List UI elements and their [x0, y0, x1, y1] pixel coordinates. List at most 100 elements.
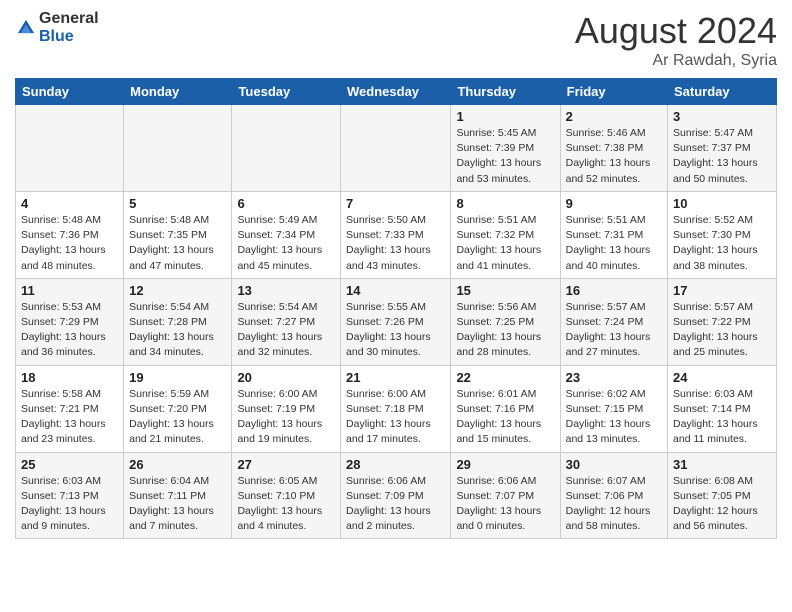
calendar-week-row: 11 Sunrise: 5:53 AMSunset: 7:29 PMDayligh…	[16, 278, 777, 365]
day-info: Sunrise: 6:06 AMSunset: 7:09 PMDaylight:…	[346, 474, 445, 535]
column-header-wednesday: Wednesday	[341, 79, 451, 105]
logo-text-line2: Blue	[39, 28, 99, 46]
day-info: Sunrise: 5:56 AMSunset: 7:25 PMDaylight:…	[456, 300, 554, 361]
day-number: 9	[566, 196, 662, 211]
day-number: 27	[237, 457, 335, 472]
day-info: Sunrise: 5:53 AMSunset: 7:29 PMDaylight:…	[21, 300, 118, 361]
day-number: 6	[237, 196, 335, 211]
calendar-cell: 8 Sunrise: 5:51 AMSunset: 7:32 PMDaylight…	[451, 191, 560, 278]
day-info: Sunrise: 6:08 AMSunset: 7:05 PMDaylight:…	[673, 474, 771, 535]
day-info: Sunrise: 6:03 AMSunset: 7:13 PMDaylight:…	[21, 474, 118, 535]
calendar-cell: 14Sunrise: 5:55 AMSunset: 7:26 PMDayligh…	[341, 278, 451, 365]
day-number: 5	[129, 196, 226, 211]
day-info: Sunrise: 6:01 AMSunset: 7:16 PMDaylight:…	[456, 387, 554, 448]
day-number: 23	[566, 370, 662, 385]
day-info: Sunrise: 6:07 AMSunset: 7:06 PMDaylight:…	[566, 474, 662, 535]
day-number: 25	[21, 457, 118, 472]
calendar-cell: 29 Sunrise: 6:06 AMSunset: 7:07 PMDayligh…	[451, 452, 560, 539]
day-info: Sunrise: 6:06 AMSunset: 7:07 PMDaylight:…	[456, 474, 554, 535]
day-info: Sunrise: 6:05 AMSunset: 7:10 PMDaylight:…	[237, 474, 335, 535]
day-info: Sunrise: 5:58 AMSunset: 7:21 PMDaylight:…	[21, 387, 118, 448]
day-number: 20	[237, 370, 335, 385]
day-number: 15	[456, 283, 554, 298]
calendar-cell: 4 Sunrise: 5:48 AMSunset: 7:36 PMDaylight…	[16, 191, 124, 278]
column-header-friday: Friday	[560, 79, 667, 105]
day-number: 31	[673, 457, 771, 472]
day-info: Sunrise: 5:48 AMSunset: 7:36 PMDaylight:…	[21, 213, 118, 274]
day-info: Sunrise: 6:00 AMSunset: 7:18 PMDaylight:…	[346, 387, 445, 448]
day-info: Sunrise: 5:52 AMSunset: 7:30 PMDaylight:…	[673, 213, 771, 274]
calendar-cell: 6 Sunrise: 5:49 AMSunset: 7:34 PMDaylight…	[232, 191, 341, 278]
calendar-cell: 28Sunrise: 6:06 AMSunset: 7:09 PMDayligh…	[341, 452, 451, 539]
calendar-cell	[124, 105, 232, 192]
calendar-cell: 21Sunrise: 6:00 AMSunset: 7:18 PMDayligh…	[341, 365, 451, 452]
day-info: Sunrise: 6:03 AMSunset: 7:14 PMDaylight:…	[673, 387, 771, 448]
day-number: 12	[129, 283, 226, 298]
logo-text-line1: General	[39, 10, 99, 28]
calendar-cell: 24 Sunrise: 6:03 AMSunset: 7:14 PMDayligh…	[668, 365, 777, 452]
location: Ar Rawdah, Syria	[575, 52, 777, 70]
logo: General Blue	[15, 10, 99, 46]
day-number: 18	[21, 370, 118, 385]
calendar-week-row: 4 Sunrise: 5:48 AMSunset: 7:36 PMDaylight…	[16, 191, 777, 278]
day-info: Sunrise: 5:47 AMSunset: 7:37 PMDaylight:…	[673, 126, 771, 187]
day-number: 26	[129, 457, 226, 472]
day-number: 10	[673, 196, 771, 211]
day-number: 22	[456, 370, 554, 385]
day-info: Sunrise: 5:57 AMSunset: 7:22 PMDaylight:…	[673, 300, 771, 361]
column-header-tuesday: Tuesday	[232, 79, 341, 105]
day-number: 4	[21, 196, 118, 211]
day-number: 29	[456, 457, 554, 472]
day-number: 8	[456, 196, 554, 211]
calendar-cell: 17 Sunrise: 5:57 AMSunset: 7:22 PMDayligh…	[668, 278, 777, 365]
calendar-table: SundayMondayTuesdayWednesdayThursdayFrid…	[15, 78, 777, 539]
calendar-week-row: 18 Sunrise: 5:58 AMSunset: 7:21 PMDayligh…	[16, 365, 777, 452]
day-number: 17	[673, 283, 771, 298]
day-info: Sunrise: 5:55 AMSunset: 7:26 PMDaylight:…	[346, 300, 445, 361]
day-info: Sunrise: 5:57 AMSunset: 7:24 PMDaylight:…	[566, 300, 662, 361]
day-info: Sunrise: 6:04 AMSunset: 7:11 PMDaylight:…	[129, 474, 226, 535]
day-number: 11	[21, 283, 118, 298]
day-number: 19	[129, 370, 226, 385]
logo-icon	[15, 17, 37, 39]
day-info: Sunrise: 5:46 AMSunset: 7:38 PMDaylight:…	[566, 126, 662, 187]
day-number: 13	[237, 283, 335, 298]
calendar-body: 1Sunrise: 5:45 AMSunset: 7:39 PMDaylight…	[16, 105, 777, 539]
calendar-cell: 20 Sunrise: 6:00 AMSunset: 7:19 PMDayligh…	[232, 365, 341, 452]
title-block: August 2024 Ar Rawdah, Syria	[575, 10, 777, 70]
column-header-thursday: Thursday	[451, 79, 560, 105]
calendar-cell: 5 Sunrise: 5:48 AMSunset: 7:35 PMDaylight…	[124, 191, 232, 278]
day-info: Sunrise: 5:54 AMSunset: 7:27 PMDaylight:…	[237, 300, 335, 361]
calendar-cell: 2 Sunrise: 5:46 AMSunset: 7:38 PMDaylight…	[560, 105, 667, 192]
calendar-cell	[16, 105, 124, 192]
calendar-week-row: 1Sunrise: 5:45 AMSunset: 7:39 PMDaylight…	[16, 105, 777, 192]
calendar-cell: 26 Sunrise: 6:04 AMSunset: 7:11 PMDayligh…	[124, 452, 232, 539]
day-number: 30	[566, 457, 662, 472]
calendar-cell: 9 Sunrise: 5:51 AMSunset: 7:31 PMDaylight…	[560, 191, 667, 278]
calendar-cell: 27 Sunrise: 6:05 AMSunset: 7:10 PMDayligh…	[232, 452, 341, 539]
calendar-header-row: SundayMondayTuesdayWednesdayThursdayFrid…	[16, 79, 777, 105]
month-title: August 2024	[575, 10, 777, 52]
column-header-saturday: Saturday	[668, 79, 777, 105]
day-number: 2	[566, 109, 662, 124]
day-info: Sunrise: 6:02 AMSunset: 7:15 PMDaylight:…	[566, 387, 662, 448]
day-info: Sunrise: 5:51 AMSunset: 7:32 PMDaylight:…	[456, 213, 554, 274]
calendar-cell: 3Sunrise: 5:47 AMSunset: 7:37 PMDaylight…	[668, 105, 777, 192]
day-info: Sunrise: 5:59 AMSunset: 7:20 PMDaylight:…	[129, 387, 226, 448]
day-info: Sunrise: 5:49 AMSunset: 7:34 PMDaylight:…	[237, 213, 335, 274]
day-number: 24	[673, 370, 771, 385]
day-info: Sunrise: 6:00 AMSunset: 7:19 PMDaylight:…	[237, 387, 335, 448]
column-header-sunday: Sunday	[16, 79, 124, 105]
calendar-cell: 23 Sunrise: 6:02 AMSunset: 7:15 PMDayligh…	[560, 365, 667, 452]
column-header-monday: Monday	[124, 79, 232, 105]
calendar-cell: 10 Sunrise: 5:52 AMSunset: 7:30 PMDayligh…	[668, 191, 777, 278]
calendar-cell: 25 Sunrise: 6:03 AMSunset: 7:13 PMDayligh…	[16, 452, 124, 539]
day-info: Sunrise: 5:51 AMSunset: 7:31 PMDaylight:…	[566, 213, 662, 274]
calendar-cell	[341, 105, 451, 192]
calendar-cell: 22 Sunrise: 6:01 AMSunset: 7:16 PMDayligh…	[451, 365, 560, 452]
day-info: Sunrise: 5:48 AMSunset: 7:35 PMDaylight:…	[129, 213, 226, 274]
calendar-cell	[232, 105, 341, 192]
calendar-cell: 7Sunrise: 5:50 AMSunset: 7:33 PMDaylight…	[341, 191, 451, 278]
day-info: Sunrise: 5:54 AMSunset: 7:28 PMDaylight:…	[129, 300, 226, 361]
calendar-cell: 1Sunrise: 5:45 AMSunset: 7:39 PMDaylight…	[451, 105, 560, 192]
